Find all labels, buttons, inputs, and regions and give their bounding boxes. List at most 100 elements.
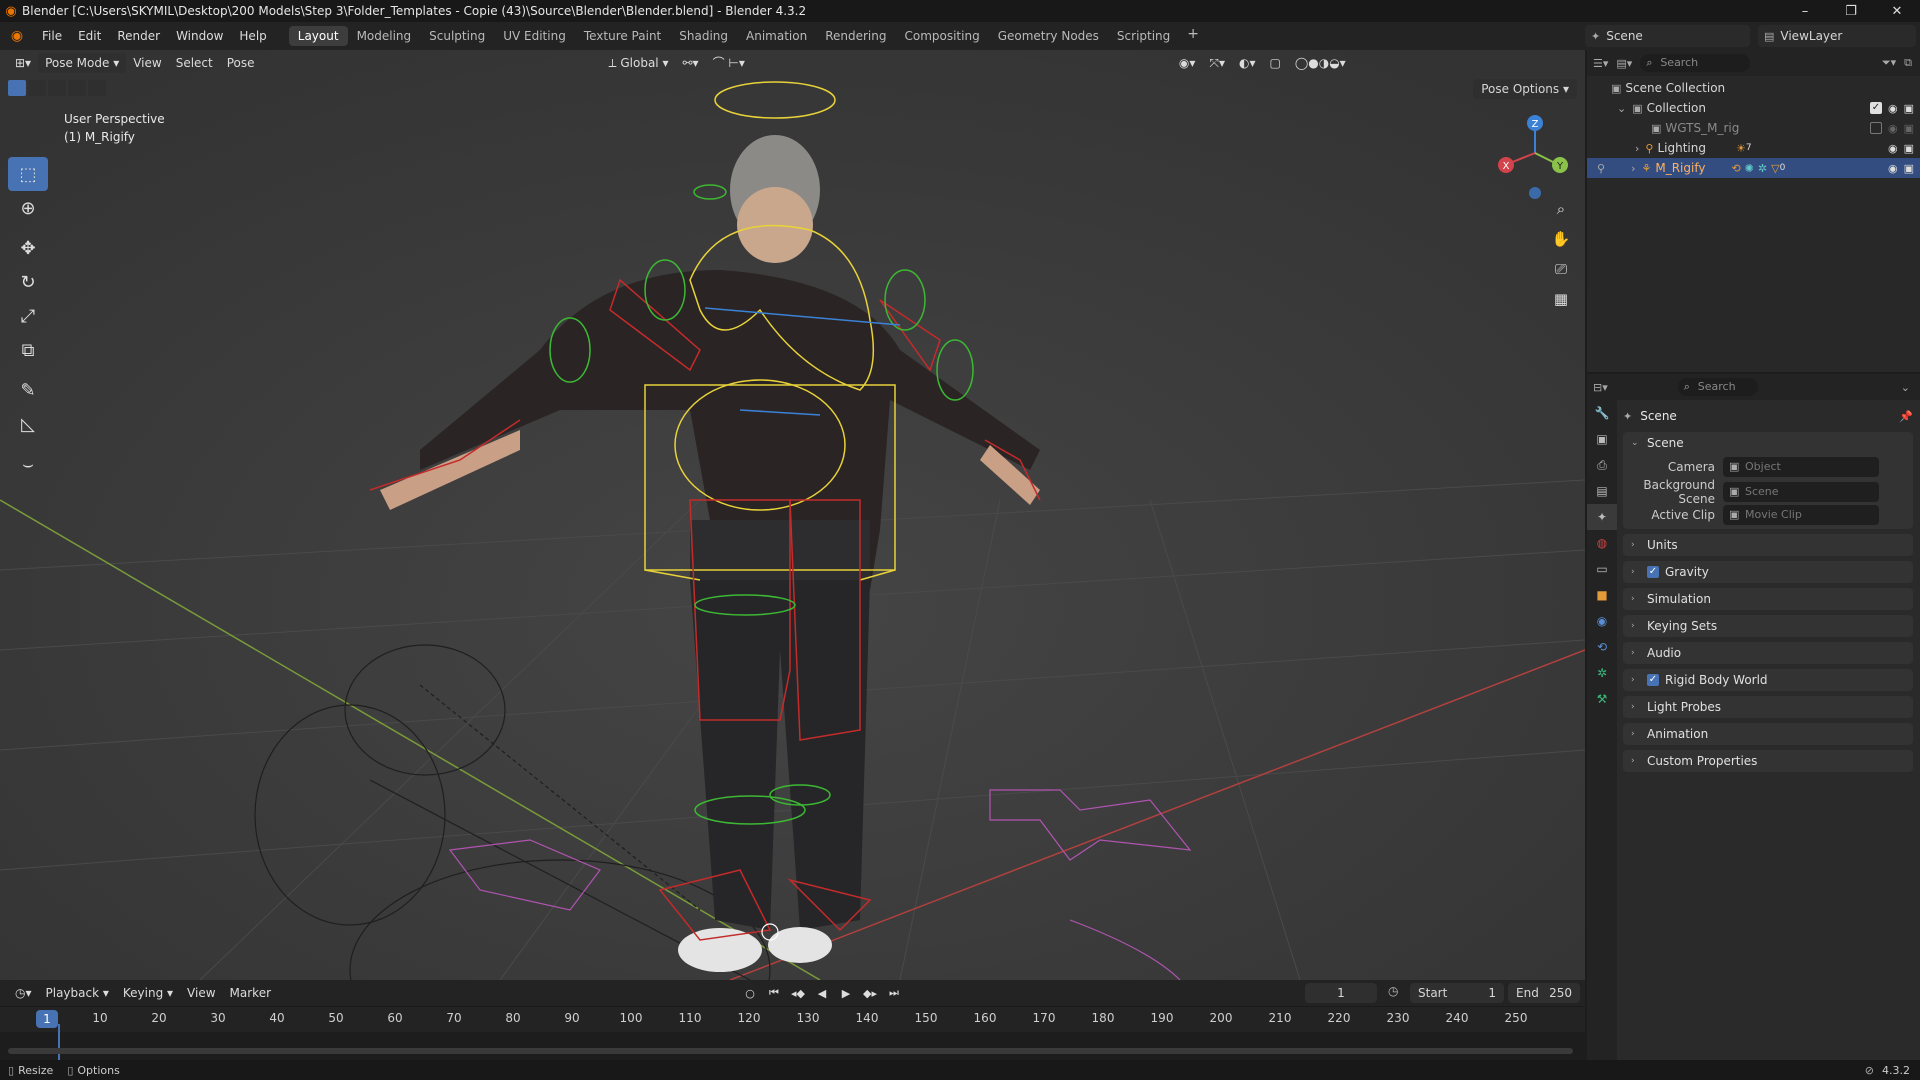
tool-tab-icon[interactable]: 🔧 (1587, 400, 1617, 426)
play-reverse-icon[interactable]: ◀ (812, 983, 832, 1003)
select-box-tool-icon[interactable]: ⬚ (8, 157, 48, 191)
exclude-checkbox[interactable]: ✓ (1869, 101, 1882, 114)
scene-tab-icon[interactable]: ✦ (1587, 504, 1617, 530)
expand-chevron-icon[interactable]: ⌄ (1617, 102, 1626, 115)
eye-icon[interactable]: ◉ (1888, 162, 1898, 175)
scene-selector[interactable]: ✦ Scene (1585, 25, 1750, 47)
minimize-button[interactable]: – (1782, 0, 1828, 22)
active-clip-field[interactable]: Movie Clip (1723, 504, 1879, 525)
armature-data-tab-icon[interactable]: ✲ (1587, 660, 1617, 686)
auto-key-icon[interactable]: ○ (740, 983, 760, 1003)
cursor-tool-icon[interactable]: ⊕ (8, 191, 48, 225)
menu-pose[interactable]: Pose (220, 53, 262, 73)
light-probes-panel[interactable]: › Light Probes (1623, 696, 1913, 718)
animation-panel[interactable]: › Animation (1623, 723, 1913, 745)
select-new-icon[interactable] (8, 80, 26, 96)
xray-icon[interactable]: ▢ (1262, 53, 1287, 73)
collection-tab-icon[interactable]: ▭ (1587, 556, 1617, 582)
timeline-view-menu[interactable]: View (180, 983, 222, 1003)
bone-tab-icon[interactable]: ⚒ (1587, 686, 1617, 712)
output-tab-icon[interactable]: ⎙ (1587, 452, 1617, 478)
eye-icon[interactable]: ◉ (1888, 122, 1898, 135)
tab-scripting[interactable]: Scripting (1108, 26, 1179, 46)
visibility-icon[interactable]: ◉▾ (1172, 53, 1203, 73)
gizmo-toggle-icon[interactable]: ⤧▾ (1202, 53, 1232, 73)
play-icon[interactable]: ▶ (836, 983, 856, 1003)
tab-animation[interactable]: Animation (737, 26, 816, 46)
constraints-tab-icon[interactable]: ⟲ (1587, 634, 1617, 660)
snap-icon[interactable]: ⌒ ⊢▾ (706, 53, 752, 73)
select-intersect-icon[interactable] (88, 80, 106, 96)
outliner-editor-type-icon[interactable]: ☰▾ (1593, 57, 1608, 70)
audio-panel[interactable]: › Audio (1623, 642, 1913, 664)
outliner-row-scene-collection[interactable]: ▣ Scene Collection (1587, 78, 1920, 98)
tab-geometry-nodes[interactable]: Geometry Nodes (989, 26, 1108, 46)
camera-render-icon[interactable]: ▣ (1904, 142, 1914, 155)
rigid-body-world-panel[interactable]: › ✓ Rigid Body World (1623, 669, 1913, 691)
select-extend-icon[interactable] (28, 80, 46, 96)
outliner-row-lighting[interactable]: › ⚲ Lighting ☀ 7 ◉ ▣ (1587, 138, 1920, 158)
orientation-dropdown[interactable]: ⟂ Global ▾ (602, 53, 676, 73)
viewlayer-selector[interactable]: ▤ ViewLayer (1758, 25, 1916, 47)
rotate-tool-icon[interactable]: ↻ (8, 265, 48, 299)
3d-viewport[interactable]: ⊞▾ Pose Mode ▾ View Select Pose ⟂ Global… (0, 50, 1585, 980)
outliner-row-collection[interactable]: ⌄ ▣ Collection ✓ ◉ ▣ (1587, 98, 1920, 118)
keying-sets-panel[interactable]: › Keying Sets (1623, 615, 1913, 637)
camera-render-icon[interactable]: ▣ (1904, 162, 1914, 175)
properties-search-input[interactable]: Search (1677, 378, 1758, 396)
expand-chevron-icon[interactable]: › (1635, 142, 1639, 155)
close-button[interactable]: ✕ (1874, 0, 1920, 22)
view-layer-tab-icon[interactable]: ▤ (1587, 478, 1617, 504)
end-frame-field[interactable]: End 250 (1508, 983, 1580, 1003)
tab-shading[interactable]: Shading (670, 26, 737, 46)
pose-options-dropdown[interactable]: Pose Options ▾ (1473, 79, 1577, 99)
eye-icon[interactable]: ◉ (1888, 142, 1898, 155)
tab-uv-editing[interactable]: UV Editing (494, 26, 575, 46)
menu-render[interactable]: Render (109, 22, 168, 50)
ortho-grid-icon[interactable]: ▦ (1547, 285, 1575, 313)
keying-menu[interactable]: Keying ▾ (116, 983, 180, 1003)
select-subtract-icon[interactable] (48, 80, 66, 96)
blender-menu-icon[interactable]: ◉ (0, 28, 34, 44)
pivot-icon[interactable]: ⚯▾ (675, 53, 705, 73)
properties-editor-type-icon[interactable]: ⊟▾ (1593, 381, 1608, 394)
tab-layout[interactable]: Layout (288, 26, 348, 46)
menu-select[interactable]: Select (169, 53, 220, 73)
tab-rendering[interactable]: Rendering (816, 26, 895, 46)
scene-panel-header[interactable]: ⌄ Scene (1623, 432, 1913, 454)
gravity-panel[interactable]: › ✓ Gravity (1623, 561, 1913, 583)
playhead-line[interactable] (58, 1024, 60, 1060)
outliner-row-m-rigify[interactable]: ⚲ › ⚘ M_Rigify ⟲ ✺ ✲ ▽ 0 ◉ ▣ (1587, 158, 1920, 178)
jump-end-icon[interactable]: ⏭ (884, 983, 904, 1003)
mode-dropdown[interactable]: Pose Mode ▾ (38, 53, 127, 73)
jump-key-forward-icon[interactable]: ◆▸ (860, 983, 880, 1003)
current-frame-field[interactable]: 1 (1305, 983, 1377, 1003)
simulation-panel[interactable]: › Simulation (1623, 588, 1913, 610)
eye-icon[interactable]: ◉ (1888, 102, 1898, 115)
jump-start-icon[interactable]: ⏮ (764, 983, 784, 1003)
transform-tool-icon[interactable]: ⧉ (8, 333, 48, 367)
rigid-body-world-checkbox[interactable]: ✓ (1647, 674, 1659, 686)
pose-relax-tool-icon[interactable]: ⌣ (8, 447, 48, 481)
world-tab-icon[interactable]: ◍ (1587, 530, 1617, 556)
move-tool-icon[interactable]: ✥ (8, 231, 48, 265)
menu-help[interactable]: Help (231, 22, 274, 50)
units-panel[interactable]: › Units (1623, 534, 1913, 556)
filter-icon[interactable]: ⏷▾ (1882, 56, 1896, 70)
zoom-icon[interactable]: ⌕ (1547, 195, 1575, 223)
expand-chevron-icon[interactable]: › (1631, 162, 1635, 175)
timeline-scrollbar[interactable] (8, 1048, 1573, 1054)
render-tab-icon[interactable]: ▣ (1587, 426, 1617, 452)
overlay-toggle-icon[interactable]: ◐▾ (1232, 53, 1263, 73)
timeline-editor-type-icon[interactable]: ◷▾ (8, 983, 39, 1003)
marker-menu[interactable]: Marker (223, 983, 278, 1003)
menu-file[interactable]: File (34, 22, 70, 50)
options-chevron-icon[interactable]: ⌄ (1901, 381, 1910, 394)
annotate-tool-icon[interactable]: ✎ (8, 373, 48, 407)
camera-field[interactable]: Object (1723, 456, 1879, 477)
pin-icon[interactable]: 📌 (1899, 410, 1913, 423)
outliner-search-input[interactable]: Search (1640, 54, 1751, 72)
camera-render-icon[interactable]: ▣ (1904, 102, 1914, 115)
exclude-checkbox[interactable] (1869, 121, 1882, 134)
menu-view[interactable]: View (126, 53, 168, 73)
